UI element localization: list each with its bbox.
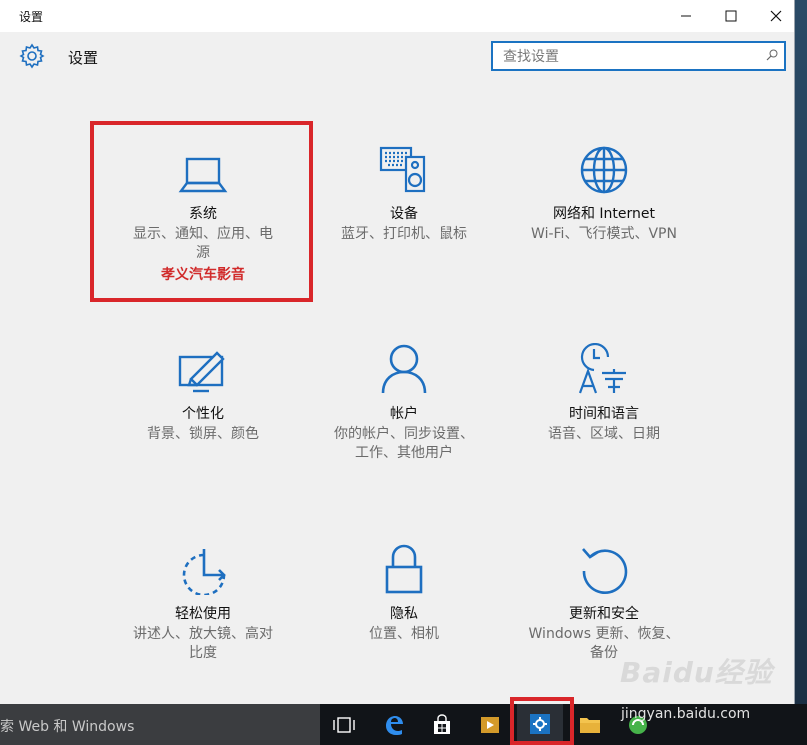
close-button[interactable]	[753, 0, 799, 32]
minimize-icon	[681, 15, 691, 17]
tile-ease-of-access[interactable]: 轻松使用 讲述人、放大镜、高对比度	[103, 535, 303, 663]
settings-header: 设置	[0, 32, 794, 84]
maximize-button[interactable]	[708, 0, 754, 32]
tile-devices[interactable]: 设备 蓝牙、打印机、鼠标	[304, 135, 504, 244]
folder-icon	[580, 717, 600, 733]
tile-privacy-title: 隐私	[390, 606, 418, 622]
tile-accounts-title: 帐户	[390, 406, 418, 422]
page-title: 设置	[68, 49, 99, 67]
tile-update-security[interactable]: 更新和安全 Windows 更新、恢复、备份	[504, 535, 704, 663]
tile-accounts-desc: 你的帐户、同步设置、工作、其他用户	[334, 426, 474, 461]
tile-network[interactable]: 网络和 Internet Wi-Fi、飞行模式、VPN	[504, 135, 704, 244]
minimize-button[interactable]	[663, 0, 709, 32]
highlight-box-taskbar	[510, 697, 574, 745]
close-icon	[770, 10, 782, 22]
tile-time-language-desc: 语音、区域、日期	[548, 426, 660, 442]
tile-personalization-title: 个性化	[182, 406, 224, 422]
taskbar-search[interactable]: 索 Web 和 Windows	[0, 704, 320, 745]
tile-ease-of-access-desc: 讲述人、放大镜、高对比度	[133, 626, 273, 661]
settings-window: 设置 设置 查找设置 系统 显示、通知、应用、电源 孝义汽车影音 设备 蓝牙、打…	[0, 0, 795, 704]
personalization-icon	[178, 351, 225, 393]
time-language-icon	[578, 343, 626, 394]
media-player-icon	[481, 716, 499, 733]
search-input[interactable]	[501, 46, 755, 68]
watermark-brand: Baidu经验	[620, 656, 773, 689]
edge-icon	[386, 715, 403, 735]
search-icon[interactable]	[766, 49, 778, 61]
store-icon	[434, 713, 450, 734]
search-box[interactable]	[491, 41, 786, 71]
tile-devices-desc: 蓝牙、打印机、鼠标	[341, 226, 467, 242]
ease-of-access-icon	[182, 549, 226, 595]
tile-network-title: 网络和 Internet	[552, 206, 656, 222]
window-title: 设置	[19, 10, 44, 24]
taskbar: 索 Web 和 Windows jingyan.baidu.com	[0, 704, 807, 745]
update-icon	[582, 548, 628, 595]
title-bar: 设置	[0, 0, 794, 32]
tile-time-language-title: 时间和语言	[569, 406, 639, 422]
task-view-button[interactable]	[321, 704, 367, 745]
highlight-box-system	[90, 121, 313, 302]
tile-accounts[interactable]: 帐户 你的帐户、同步设置、工作、其他用户	[304, 335, 504, 463]
baidu-watermark: Baidu经验	[620, 651, 805, 703]
maximize-icon	[725, 10, 737, 22]
tile-ease-of-access-title: 轻松使用	[175, 606, 231, 622]
media-player-button[interactable]	[467, 704, 513, 745]
task-view-icon	[333, 716, 355, 733]
tile-privacy[interactable]: 隐私 位置、相机	[304, 535, 504, 644]
tile-time-language[interactable]: 时间和语言 语音、区域、日期	[504, 335, 704, 444]
edge-button[interactable]	[371, 704, 417, 745]
globe-icon	[580, 146, 628, 194]
taskbar-search-text: 索 Web 和 Windows	[0, 719, 135, 735]
devices-icon	[379, 146, 426, 193]
tile-network-desc: Wi-Fi、飞行模式、VPN	[531, 226, 677, 242]
lock-icon	[385, 544, 423, 594]
store-button[interactable]	[419, 704, 465, 745]
tile-personalization[interactable]: 个性化 背景、锁屏、颜色	[103, 335, 303, 444]
tile-privacy-desc: 位置、相机	[369, 626, 439, 642]
tile-personalization-desc: 背景、锁屏、颜色	[147, 426, 259, 442]
tile-update-security-title: 更新和安全	[569, 606, 639, 622]
account-icon	[381, 344, 427, 394]
watermark-url: jingyan.baidu.com	[621, 706, 751, 722]
desktop-background	[795, 0, 807, 704]
gear-icon	[19, 43, 45, 69]
tile-devices-title: 设备	[390, 206, 418, 222]
